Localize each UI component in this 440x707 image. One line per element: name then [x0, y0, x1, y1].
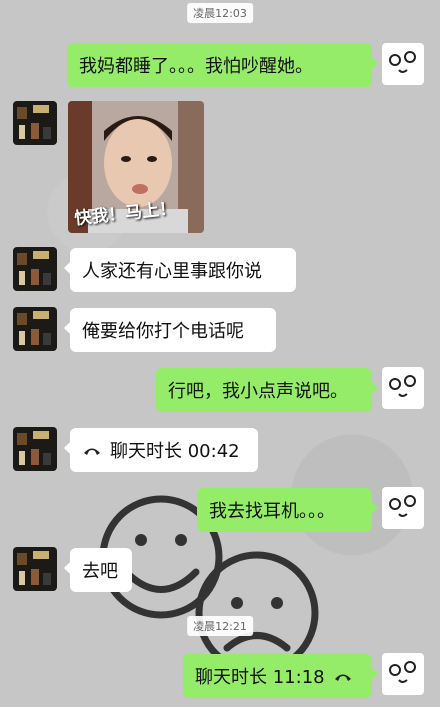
self-avatar[interactable] — [382, 487, 424, 529]
self-avatar[interactable] — [382, 367, 424, 409]
message-bubble-in[interactable]: 俺要给你打个电话呢 — [64, 308, 276, 352]
self-avatar[interactable] — [382, 653, 424, 695]
message-text: 行吧，我小点声说吧。 — [168, 381, 348, 402]
timestamp: 凌晨12:03 — [187, 3, 253, 23]
call-record-bubble[interactable]: 聊天时长 11:18 — [183, 654, 378, 698]
night-street-photo-icon — [13, 247, 57, 291]
peer-avatar[interactable] — [13, 101, 57, 145]
message-text: 人家还有心里事跟你说 — [82, 261, 262, 282]
night-street-photo-icon — [13, 547, 57, 591]
message-bubble-in[interactable]: 去吧 — [64, 548, 132, 592]
doodle-face-icon — [389, 375, 416, 397]
call-record-bubble[interactable]: 聊天时长 00:42 — [64, 428, 258, 472]
peer-avatar[interactable] — [13, 307, 57, 351]
phone-hangup-icon — [334, 674, 351, 681]
message-bubble-out[interactable]: 我妈都睡了。。。我怕吵醒她。 — [67, 43, 378, 87]
message-text: 俺要给你打个电话呢 — [82, 321, 244, 342]
timestamp: 凌晨12:21 — [187, 616, 253, 636]
message-text: 我去找耳机。。。 — [209, 501, 335, 522]
call-duration-text: 聊天时长 11:18 — [195, 667, 325, 688]
peer-avatar[interactable] — [13, 547, 57, 591]
peer-avatar[interactable] — [13, 427, 57, 471]
phone-hangup-icon — [84, 448, 100, 455]
self-avatar[interactable] — [382, 43, 424, 85]
message-text: 去吧 — [82, 561, 118, 582]
doodle-face-icon — [389, 495, 416, 517]
message-bubble-in[interactable]: 人家还有心里事跟你说 — [64, 248, 296, 292]
message-bubble-out[interactable]: 行吧，我小点声说吧。 — [156, 368, 378, 412]
night-street-photo-icon — [13, 101, 57, 145]
message-bubble-out[interactable]: 我去找耳机。。。 — [197, 488, 378, 532]
doodle-face-icon — [389, 51, 416, 73]
peer-avatar[interactable] — [13, 247, 57, 291]
message-text: 我妈都睡了。。。我怕吵醒她。 — [79, 56, 313, 77]
doodle-face-icon — [389, 661, 416, 683]
night-street-photo-icon — [13, 427, 57, 471]
night-street-photo-icon — [13, 307, 57, 351]
call-duration-text: 聊天时长 00:42 — [110, 441, 240, 462]
sticker-image[interactable]: 快我！马上！ — [68, 101, 204, 233]
